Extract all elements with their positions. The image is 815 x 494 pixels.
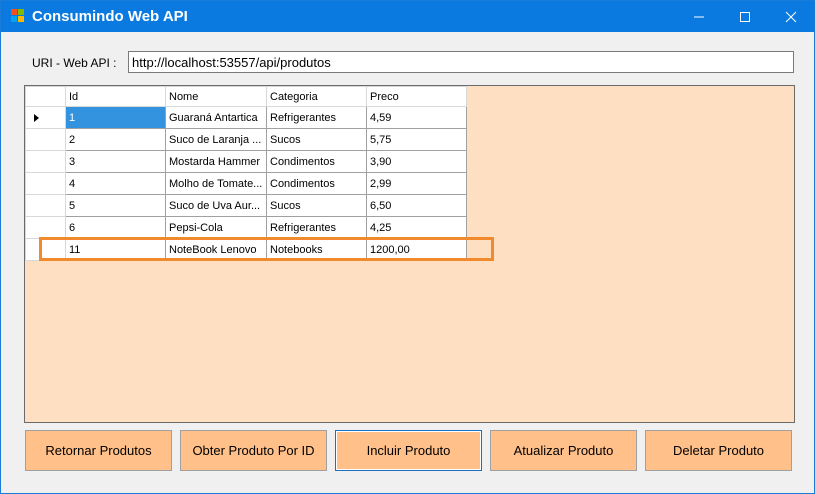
cell-nome-text: Guaraná Antartica xyxy=(169,111,258,124)
cell-nome[interactable]: Mostarda Hammer xyxy=(165,150,267,173)
minimize-icon xyxy=(694,16,704,18)
cell-id[interactable]: 1 xyxy=(65,106,166,129)
uri-input[interactable] xyxy=(128,51,794,73)
row-header[interactable] xyxy=(25,216,66,239)
cell-nome[interactable]: Pepsi-Cola xyxy=(165,216,267,239)
cell-id[interactable]: 3 xyxy=(65,150,166,173)
cell-id[interactable]: 2 xyxy=(65,128,166,151)
retornar-produtos-button[interactable]: Retornar Produtos xyxy=(25,430,172,471)
cell-categoria[interactable]: Refrigerantes xyxy=(266,216,367,239)
deletar-produto-button[interactable]: Deletar Produto xyxy=(645,430,792,471)
column-header-nome[interactable]: Nome xyxy=(165,86,267,107)
column-header-categoria[interactable]: Categoria xyxy=(266,86,367,107)
table-row[interactable]: 2 Suco de Laranja ... Sucos 5,75 xyxy=(25,128,467,151)
cell-preco[interactable]: 2,99 xyxy=(366,172,467,195)
cell-nome[interactable]: Suco de Laranja ... xyxy=(165,128,267,151)
cell-preco[interactable]: 4,25 xyxy=(366,216,467,239)
cell-preco[interactable]: 5,75 xyxy=(366,128,467,151)
current-row-arrow-icon xyxy=(34,114,39,122)
incluir-produto-button[interactable]: Incluir Produto xyxy=(335,430,482,471)
minimize-button[interactable] xyxy=(676,1,722,32)
row-header[interactable] xyxy=(25,150,66,173)
header-row: Id Nome Categoria Preco xyxy=(25,86,467,107)
cell-id[interactable]: 5 xyxy=(65,194,166,217)
cell-categoria[interactable]: Refrigerantes xyxy=(266,106,367,129)
cell-nome-text: Mostarda Hammer xyxy=(169,155,261,168)
cell-nome-text: Pepsi-Cola xyxy=(169,221,223,234)
maximize-icon xyxy=(740,12,750,22)
cell-nome-text: Molho de Tomate... xyxy=(169,177,263,190)
table-row[interactable]: 4 Molho de Tomate... Condimentos 2,99 xyxy=(25,172,467,195)
row-header[interactable] xyxy=(25,194,66,217)
corner-header-cell[interactable] xyxy=(25,86,66,107)
window-title: Consumindo Web API xyxy=(32,8,188,25)
cell-preco[interactable]: 4,59 xyxy=(366,106,467,129)
cell-nome-text: Suco de Laranja ... xyxy=(169,133,262,146)
cell-preco[interactable]: 6,50 xyxy=(366,194,467,217)
table-row[interactable]: 5 Suco de Uva Aur... Sucos 6,50 xyxy=(25,194,467,217)
cell-categoria[interactable]: Sucos xyxy=(266,194,367,217)
table-row[interactable]: 3 Mostarda Hammer Condimentos 3,90 xyxy=(25,150,467,173)
row-highlight-box xyxy=(39,237,494,261)
cell-id[interactable]: 6 xyxy=(65,216,166,239)
title-bar[interactable]: Consumindo Web API xyxy=(1,1,814,32)
atualizar-produto-button[interactable]: Atualizar Produto xyxy=(490,430,637,471)
row-header[interactable] xyxy=(25,106,66,129)
close-icon xyxy=(785,11,797,23)
column-header-preco[interactable]: Preco xyxy=(366,86,467,107)
obter-produto-por-id-button[interactable]: Obter Produto Por ID xyxy=(180,430,327,471)
table-row[interactable]: 6 Pepsi-Cola Refrigerantes 4,25 xyxy=(25,216,467,239)
cell-nome[interactable]: Molho de Tomate... xyxy=(165,172,267,195)
cell-id[interactable]: 4 xyxy=(65,172,166,195)
cell-nome[interactable]: Suco de Uva Aur... xyxy=(165,194,267,217)
uri-label: URI - Web API : xyxy=(32,56,117,70)
products-table: Id Nome Categoria Preco 1 Guaraná Antart… xyxy=(25,86,467,261)
row-header[interactable] xyxy=(25,128,66,151)
cell-preco[interactable]: 3,90 xyxy=(366,150,467,173)
cell-nome-text: Suco de Uva Aur... xyxy=(169,199,261,212)
table-row[interactable]: 1 Guaraná Antartica Refrigerantes 4,59 xyxy=(25,106,467,129)
windows-form-icon xyxy=(11,9,25,23)
close-button[interactable] xyxy=(768,1,814,32)
cell-categoria[interactable]: Sucos xyxy=(266,128,367,151)
cell-categoria[interactable]: Condimentos xyxy=(266,150,367,173)
maximize-button[interactable] xyxy=(722,1,768,32)
main-window: Consumindo Web API URI - Web API : Id No… xyxy=(0,0,815,494)
column-header-id[interactable]: Id xyxy=(65,86,166,107)
row-header[interactable] xyxy=(25,172,66,195)
cell-nome[interactable]: Guaraná Antartica xyxy=(165,106,267,129)
cell-categoria[interactable]: Condimentos xyxy=(266,172,367,195)
